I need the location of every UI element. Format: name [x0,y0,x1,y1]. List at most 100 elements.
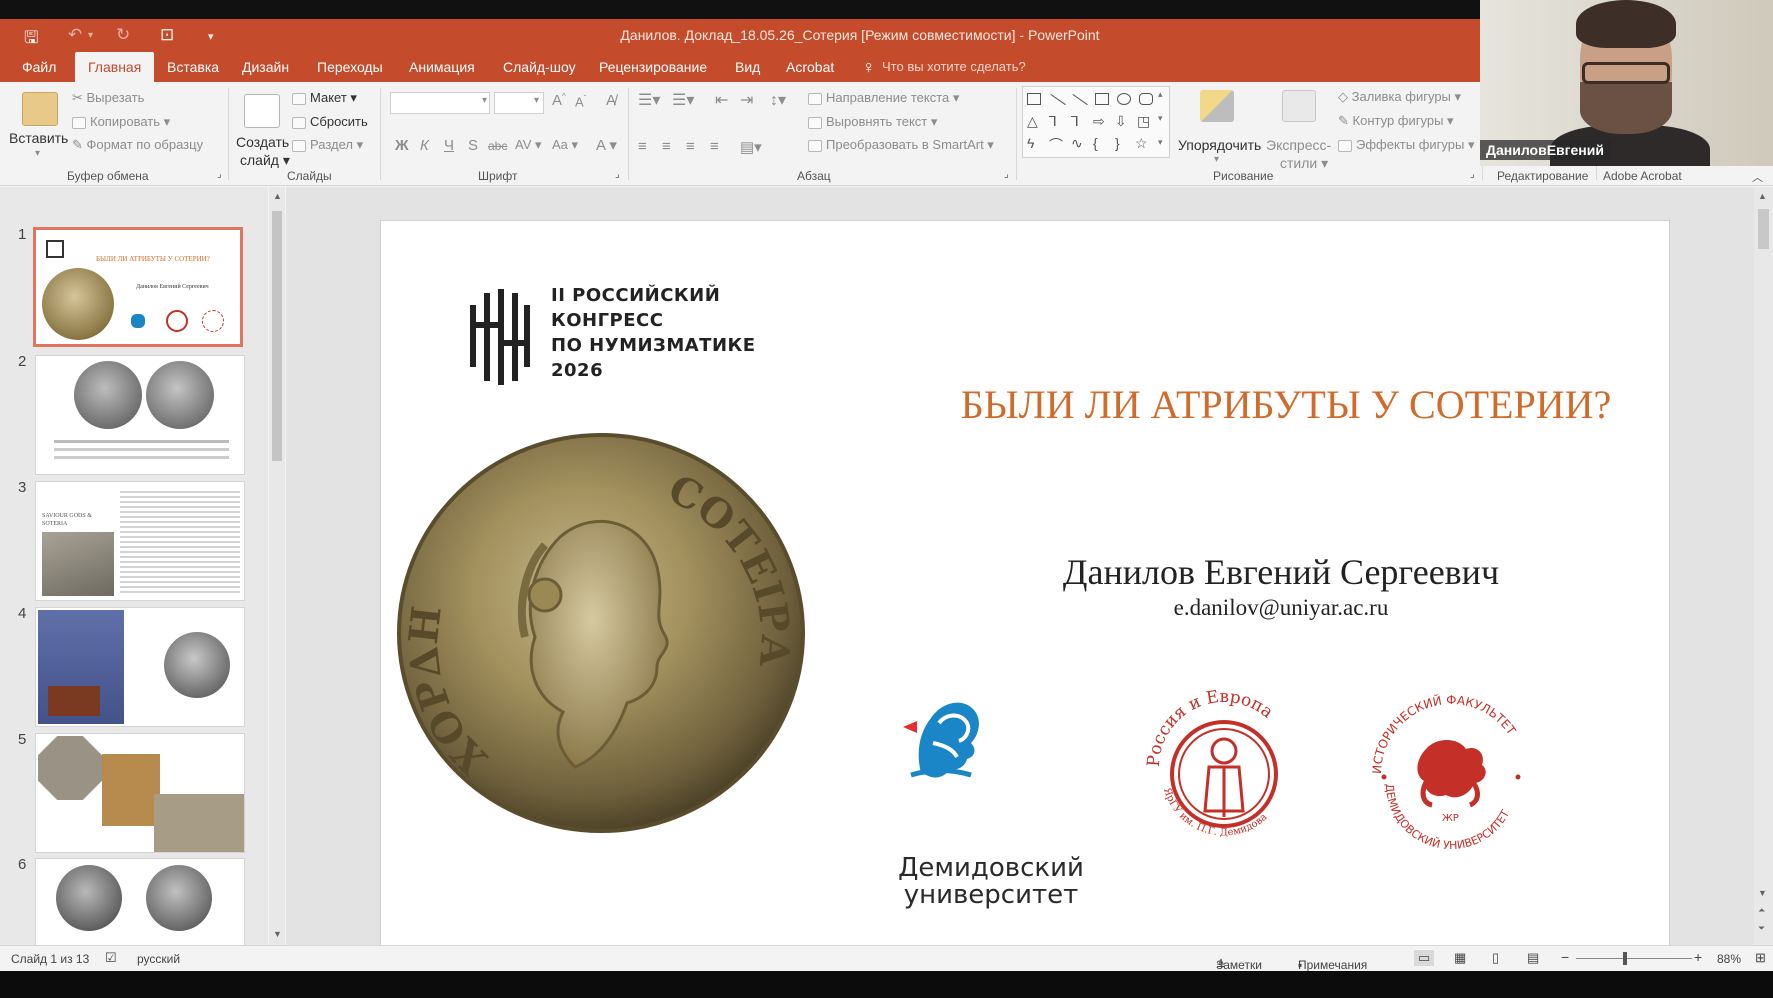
gallery-up-icon[interactable]: ▴ [1158,89,1163,100]
tab-review[interactable]: Рецензирование [597,52,709,82]
scroll-down-icon[interactable]: ▼ [273,929,282,939]
undo-dropdown-icon[interactable]: ▾ [88,30,93,41]
elbow-shape-icon[interactable]: ⅂ [1071,113,1079,130]
next-slide-icon[interactable]: ⏷ [1758,923,1765,934]
customize-toolbar-icon[interactable]: ▾ [208,30,214,43]
tab-animations[interactable]: Анимация [407,52,477,82]
tab-insert[interactable]: Вставка [165,52,221,82]
shape-outline-button[interactable]: ✎ Контур фигуры ▾ [1338,113,1454,129]
previous-slide-icon[interactable]: ⏶ [1758,905,1765,916]
align-left-icon[interactable]: ≡ [638,138,647,155]
char-spacing-button[interactable]: AV ▾ [515,137,542,153]
change-case-button[interactable]: Aa ▾ [552,137,578,153]
columns-icon[interactable]: ▤▾ [740,138,762,156]
tell-me-search[interactable]: Что вы хотите сделать? [880,52,1028,82]
tab-slideshow[interactable]: Слайд-шоу [501,52,578,82]
new-slide-icon[interactable] [244,94,280,128]
triangle-shape-icon[interactable]: △ [1027,113,1038,130]
tab-design[interactable]: Дизайн [240,52,291,82]
grow-font-icon[interactable]: A^ [552,92,566,109]
tab-file[interactable]: Файл [20,52,58,82]
format-painter-button[interactable]: ✎ Формат по образцу [72,137,203,153]
brace-left-shape-icon[interactable]: { [1093,135,1098,151]
editor-scrollbar[interactable]: ▲ ▼ ⏶ ⏷ [1754,187,1773,945]
editing-group-label[interactable]: Редактирование [1497,169,1588,183]
zoom-slider[interactable] [1576,958,1692,959]
thumbnail-slide-1[interactable]: БЫЛИ ЛИ АТРИБУТЫ У СОТЕРИИ? Данилов Евге… [33,227,243,347]
textbox-shape-icon[interactable] [1027,93,1041,105]
star-shape-icon[interactable]: ☆ [1135,135,1148,152]
undo-icon[interactable]: ↶ [68,25,82,45]
quick-styles-button[interactable]: Экспресс- [1266,137,1331,153]
gallery-more-icon[interactable]: ▾ [1158,137,1163,148]
increase-indent-icon[interactable]: ⇥ [740,90,753,110]
line-shape-icon[interactable] [1050,93,1066,106]
right-arrow-shape-icon[interactable]: ⇨ [1093,113,1105,130]
slide-title[interactable]: БЫЛИ ЛИ АТРИБУТЫ У СОТЕРИИ? [896,381,1669,428]
bullets-icon[interactable]: ☰▾ [638,90,660,110]
acrobat-group-label[interactable]: Adobe Acrobat [1603,169,1682,183]
zoom-level[interactable]: 88% [1717,952,1741,966]
paragraph-launcher-icon[interactable]: ⌟ [1004,169,1009,180]
connector-shape-icon[interactable]: ⅂ [1049,113,1057,130]
clipboard-launcher-icon[interactable]: ⌟ [217,169,222,180]
text-direction-button[interactable]: Направление текста ▾ [808,90,959,106]
scroll-up-icon[interactable]: ▲ [1758,191,1767,201]
layout-button[interactable]: Макет ▾ [292,90,357,106]
bold-button[interactable]: Ж [395,137,409,154]
freeform-shape-icon[interactable]: ◳ [1137,113,1150,130]
rectangle-shape-icon[interactable] [1095,93,1109,105]
rounded-rect-shape-icon[interactable] [1139,93,1153,105]
shape-effects-button[interactable]: Эффекты фигуры ▾ [1338,137,1474,153]
align-right-icon[interactable]: ≡ [686,138,695,155]
font-name-field[interactable] [390,92,490,114]
shape-fill-button[interactable]: ◇ Заливка фигуры ▾ [1338,89,1461,105]
save-icon[interactable]: 🖫 [24,25,38,54]
new-slide-label[interactable]: слайд ▾ [240,152,290,169]
thumbnails-scrollbar[interactable]: ▲ ▼ [269,187,285,945]
spell-check-icon[interactable]: ☑ [105,950,117,966]
zoom-out-button[interactable]: − [1561,949,1569,965]
language-indicator[interactable]: русский [137,952,180,966]
thumbnail-slide-5[interactable] [35,733,245,853]
font-name-dropdown-icon[interactable]: ▾ [482,95,487,106]
zoom-in-button[interactable]: + [1694,949,1702,965]
scrollbar-thumb[interactable] [272,211,282,461]
shrink-font-icon[interactable]: Aˇ [575,94,586,109]
tab-home[interactable]: Главная [75,52,155,82]
normal-view-icon[interactable]: ▭ [1414,950,1435,966]
author-name[interactable]: Данилов Евгений Сергеевич [981,551,1581,593]
fit-to-window-icon[interactable]: ⊞ [1755,950,1766,966]
author-email[interactable]: e.danilov@uniyar.ac.ru [981,595,1581,621]
tab-view[interactable]: Вид [733,52,762,82]
thumbnail-slide-2[interactable] [35,355,245,475]
align-text-button[interactable]: Выровнять текст ▾ [808,114,937,130]
thumbnail-slide-4[interactable] [35,607,245,727]
arc-shape-icon[interactable]: ⌒ [1049,135,1063,155]
thumbnail-slide-6[interactable] [35,858,245,945]
slide-sorter-icon[interactable]: ▦ [1454,950,1466,966]
lightning-shape-icon[interactable]: ϟ [1027,135,1034,151]
arrange-dropdown-icon[interactable]: ▾ [1214,154,1219,165]
arrange-icon[interactable] [1200,90,1234,122]
underline-button[interactable]: Ч [444,137,454,154]
clear-formatting-icon[interactable]: A̸ [606,92,616,109]
section-button[interactable]: Раздел ▾ [292,137,363,153]
gallery-down-icon[interactable]: ▾ [1158,113,1163,124]
oval-shape-icon[interactable] [1117,93,1131,105]
tab-transitions[interactable]: Переходы [315,52,385,82]
paste-icon[interactable] [22,92,58,126]
strikethrough-button[interactable]: abc [488,139,507,153]
reset-button[interactable]: Сбросить [292,114,368,129]
quick-styles-label[interactable]: стили ▾ [1280,155,1328,172]
brace-right-shape-icon[interactable]: } [1115,135,1120,151]
copy-button[interactable]: Копировать ▾ [72,114,170,130]
justify-icon[interactable]: ≡ [710,138,719,155]
slide-counter[interactable]: Слайд 1 из 13 [11,952,89,966]
slideshow-view-icon[interactable]: ▤ [1527,950,1539,966]
zoom-slider-thumb[interactable] [1623,952,1627,965]
down-arrow-shape-icon[interactable]: ⇩ [1115,113,1127,130]
align-center-icon[interactable]: ≡ [662,138,671,155]
slide-canvas[interactable]: II РОССИЙСКИЙ КОНГРЕСС ПО НУМИЗМАТИКЕ 20… [380,220,1670,948]
decrease-indent-icon[interactable]: ⇤ [715,90,728,110]
